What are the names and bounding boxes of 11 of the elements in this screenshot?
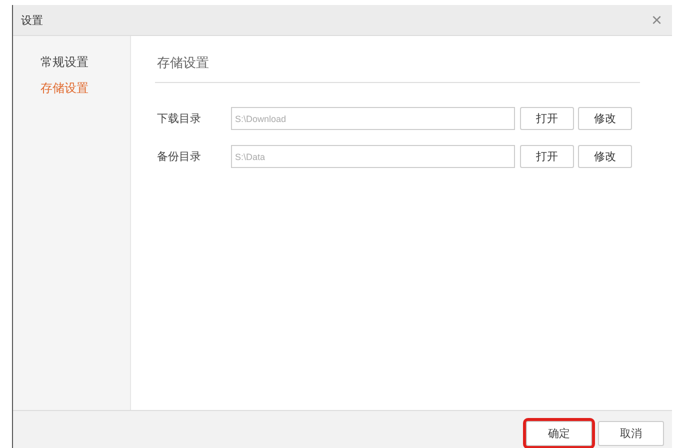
section-title: 存储设置 [155, 54, 640, 83]
dialog-button[interactable]: 确定 [526, 421, 592, 446]
folder-button[interactable]: 打开 [520, 107, 574, 130]
window-title: 设置 [21, 12, 43, 28]
folder-button[interactable]: 修改 [578, 107, 632, 130]
field-label: 下载目录 [157, 111, 202, 126]
folder-button[interactable]: 修改 [578, 145, 632, 168]
folder-button[interactable]: 打开 [520, 145, 574, 168]
sidebar-item[interactable]: 常规设置 [40, 52, 102, 72]
dialog-button[interactable]: 取消 [598, 421, 664, 446]
field-label: 备份目录 [157, 149, 202, 164]
